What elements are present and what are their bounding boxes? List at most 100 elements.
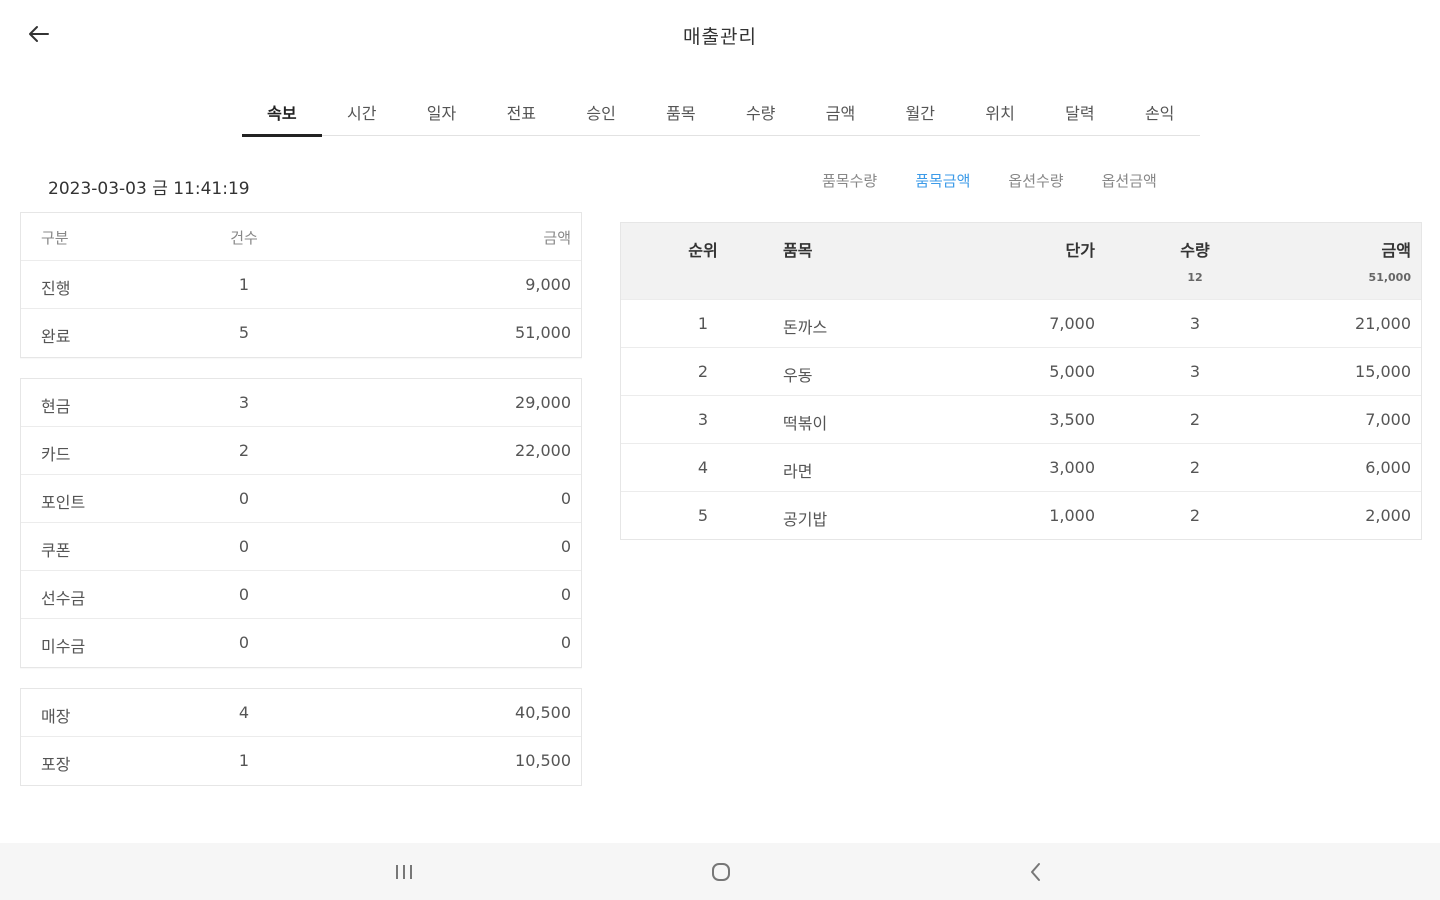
- cell-rank: 4: [697, 458, 709, 477]
- header-rank: 순위: [688, 241, 718, 260]
- tab-0[interactable]: 속보: [242, 90, 322, 137]
- summary-amount: 10,500: [515, 751, 571, 770]
- cell-item: 돈까스: [783, 318, 828, 337]
- summary-count: 3: [238, 393, 250, 412]
- cell-rank: 5: [697, 506, 709, 525]
- summary-count: 0: [238, 633, 250, 652]
- summary-count: 1: [238, 751, 250, 770]
- cell-qty: 3: [1189, 314, 1201, 333]
- cell-item: 라면: [783, 462, 813, 481]
- tab-1[interactable]: 시간: [322, 90, 402, 136]
- table-row[interactable]: 3 떡볶이 3,500 2 7,000: [621, 395, 1421, 443]
- cell-qty: 2: [1189, 506, 1201, 525]
- summary-row: 미수금 0 0: [21, 619, 581, 667]
- summary-amount: 0: [560, 633, 571, 652]
- summary-label: 선수금: [41, 589, 86, 608]
- app-header: 매출관리: [0, 0, 1440, 70]
- cell-qty: 2: [1189, 458, 1201, 477]
- table-row[interactable]: 1 돈까스 7,000 3 21,000: [621, 299, 1421, 347]
- summary-count: 2: [238, 441, 250, 460]
- cell-item: 우동: [783, 366, 813, 385]
- cell-qty: 2: [1189, 410, 1201, 429]
- tab-3[interactable]: 전표: [481, 90, 561, 136]
- nav-back-button[interactable]: [1016, 855, 1056, 889]
- summary-label: 포인트: [41, 493, 86, 512]
- summary-amount: 9,000: [525, 275, 571, 294]
- system-navigation-bar: [0, 843, 1440, 900]
- summary-panel: 구분 건수 금액 진행 1 9,000 완료 5 51,000 현금 3 29,000 카드 2 2…: [20, 212, 582, 786]
- cell-amount: 6,000: [1365, 458, 1411, 477]
- cell-price: 3,500: [1049, 410, 1095, 429]
- table-row[interactable]: 5 공기밥 1,000 2 2,000: [621, 491, 1421, 539]
- header-amount: 금액: [543, 229, 571, 247]
- home-icon: [712, 863, 730, 881]
- subtab-2[interactable]: 옵션수량: [1008, 170, 1063, 191]
- cell-rank: 1: [697, 314, 709, 333]
- cell-qty: 3: [1189, 362, 1201, 381]
- summary-row: 선수금 0 0: [21, 571, 581, 619]
- status-summary-table: 구분 건수 금액 진행 1 9,000 완료 5 51,000: [20, 212, 582, 358]
- header-qty: 수량: [1180, 241, 1210, 260]
- summary-count: 0: [238, 489, 250, 508]
- tab-9[interactable]: 위치: [960, 90, 1040, 136]
- ranking-header-row: 순위 품목 단가 수량 12 금액 51,000: [621, 223, 1421, 299]
- header-item: 품목: [783, 241, 813, 260]
- tab-4[interactable]: 승인: [561, 90, 641, 136]
- table-row[interactable]: 4 라면 3,000 2 6,000: [621, 443, 1421, 491]
- summary-amount: 40,500: [515, 703, 571, 722]
- summary-amount: 22,000: [515, 441, 571, 460]
- summary-count: 5: [238, 323, 250, 342]
- summary-amount: 29,000: [515, 393, 571, 412]
- summary-row: 포장 1 10,500: [21, 737, 581, 785]
- summary-count: 1: [238, 275, 250, 294]
- table-row[interactable]: 2 우동 5,000 3 15,000: [621, 347, 1421, 395]
- summary-label: 미수금: [41, 637, 86, 656]
- summary-amount: 0: [560, 585, 571, 604]
- subtab-0[interactable]: 품목수량: [822, 170, 877, 191]
- summary-label: 매장: [41, 707, 71, 726]
- tab-10[interactable]: 달력: [1040, 90, 1120, 136]
- header-qty-total: 12: [1187, 271, 1203, 284]
- summary-count: 4: [238, 703, 250, 722]
- summary-amount: 0: [560, 489, 571, 508]
- home-button[interactable]: [701, 855, 741, 889]
- subtab-3[interactable]: 옵션금액: [1102, 170, 1157, 191]
- cell-amount: 21,000: [1355, 314, 1411, 333]
- tab-5[interactable]: 품목: [641, 90, 721, 136]
- summary-label: 완료: [41, 327, 71, 346]
- tab-7[interactable]: 금액: [801, 90, 881, 136]
- tab-11[interactable]: 손익: [1120, 90, 1200, 136]
- cell-item: 공기밥: [783, 510, 828, 529]
- header-category: 구분: [41, 229, 69, 247]
- recent-apps-icon: [396, 865, 412, 879]
- cell-rank: 2: [697, 362, 709, 381]
- sub-tabs: 품목수량 품목금액 옵션수량 옵션금액: [822, 170, 1157, 191]
- cell-amount: 7,000: [1365, 410, 1411, 429]
- header-amount-total: 51,000: [1368, 271, 1411, 284]
- summary-label: 현금: [41, 397, 71, 416]
- tab-8[interactable]: 월간: [880, 90, 960, 136]
- summary-row: 카드 2 22,000: [21, 427, 581, 475]
- tab-2[interactable]: 일자: [402, 90, 482, 136]
- header-amount: 금액: [1381, 241, 1411, 260]
- header-count: 건수: [230, 229, 258, 247]
- tab-6[interactable]: 수량: [721, 90, 801, 136]
- cell-price: 5,000: [1049, 362, 1095, 381]
- subtab-1[interactable]: 품목금액: [915, 170, 970, 191]
- header-price: 단가: [1065, 241, 1095, 260]
- recent-apps-button[interactable]: [384, 855, 424, 889]
- summary-row: 진행 1 9,000: [21, 261, 581, 309]
- report-datetime: 2023-03-03 금 11:41:19: [48, 179, 250, 199]
- cell-rank: 3: [697, 410, 709, 429]
- cell-price: 1,000: [1049, 506, 1095, 525]
- summary-row: 현금 3 29,000: [21, 379, 581, 427]
- summary-label: 쿠폰: [41, 541, 71, 560]
- summary-count: 0: [238, 585, 250, 604]
- cell-item: 떡볶이: [783, 414, 828, 433]
- summary-label: 진행: [41, 279, 71, 298]
- summary-label: 카드: [41, 445, 71, 464]
- channel-summary-table: 매장 4 40,500 포장 1 10,500: [20, 688, 582, 786]
- summary-row: 매장 4 40,500: [21, 689, 581, 737]
- summary-amount: 51,000: [515, 323, 571, 342]
- payment-summary-table: 현금 3 29,000 카드 2 22,000 포인트 0 0 쿠폰 0 0 선수금 0 0 미수금 0 0: [20, 378, 582, 668]
